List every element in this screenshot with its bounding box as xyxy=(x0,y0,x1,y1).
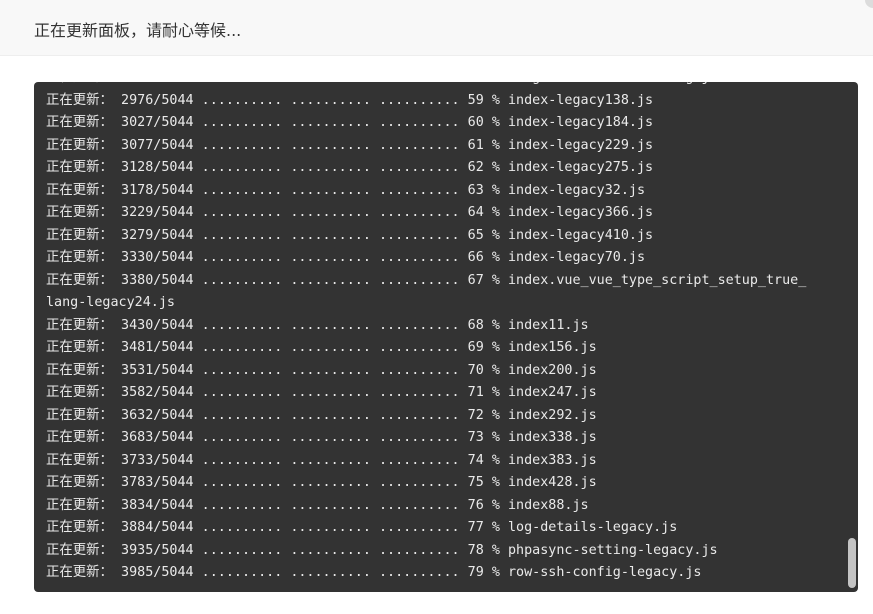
update-log-console[interactable]: 正在更新： 2926/5044 .......... .......... ..… xyxy=(34,82,858,592)
log-line: 正在更新： 3733/5044 .......... .......... ..… xyxy=(46,452,597,468)
log-line: 正在更新： 3178/5044 .......... .......... ..… xyxy=(46,182,646,198)
log-line: 正在更新： 2926/5044 .......... .......... ..… xyxy=(46,82,842,90)
log-line: 正在更新： 3632/5044 .......... .......... ..… xyxy=(46,407,597,423)
log-line: 正在更新： 2976/5044 .......... .......... ..… xyxy=(46,92,654,108)
log-line: lang-legacy24.js xyxy=(46,295,175,310)
log-line: 正在更新： 3531/5044 .......... .......... ..… xyxy=(46,362,597,378)
log-line: 正在更新： 3783/5044 .......... .......... ..… xyxy=(46,475,597,490)
modal-header: 正在更新面板，请耐心等候... xyxy=(0,0,873,56)
modal-title: 正在更新面板，请耐心等候... xyxy=(34,21,242,40)
log-line: 正在更新： 3582/5044 .......... .......... ..… xyxy=(46,385,597,400)
log-line: 正在更新： 3884/5044 .......... .......... ..… xyxy=(46,520,678,535)
log-line: 正在更新： 3481/5044 .......... .......... ..… xyxy=(46,340,597,355)
log-line: 正在更新： 3380/5044 .......... .......... ..… xyxy=(46,272,807,288)
log-line: 正在更新： 3229/5044 .......... .......... ..… xyxy=(46,205,654,220)
log-line: 正在更新： 3935/5044 .......... .......... ..… xyxy=(46,542,718,558)
log-line: 正在更新： 3985/5044 .......... .......... ..… xyxy=(46,565,702,580)
log-line: 正在更新： 3330/5044 .......... .......... ..… xyxy=(46,250,646,265)
log-line: 正在更新： 3027/5044 .......... .......... ..… xyxy=(46,115,654,130)
update-modal: 正在更新面板，请耐心等候... 正在更新： 2926/5044 ........… xyxy=(0,0,873,614)
console-scrollbar-thumb[interactable] xyxy=(848,538,856,588)
log-line: 正在更新： 3279/5044 .......... .......... ..… xyxy=(46,227,654,243)
log-line: 正在更新： 3683/5044 .......... .......... ..… xyxy=(46,430,597,445)
log-lines: 正在更新： 2926/5044 .......... .......... ..… xyxy=(46,82,842,585)
log-line: 正在更新： 3834/5044 .......... .......... ..… xyxy=(46,497,589,513)
log-line: 正在更新： 3430/5044 .......... .......... ..… xyxy=(46,317,589,333)
log-line: 正在更新： 3128/5044 .......... .......... ..… xyxy=(46,160,654,175)
log-line: 正在更新： 3077/5044 .......... .......... ..… xyxy=(46,137,654,153)
console-scrollbar[interactable] xyxy=(846,82,858,592)
